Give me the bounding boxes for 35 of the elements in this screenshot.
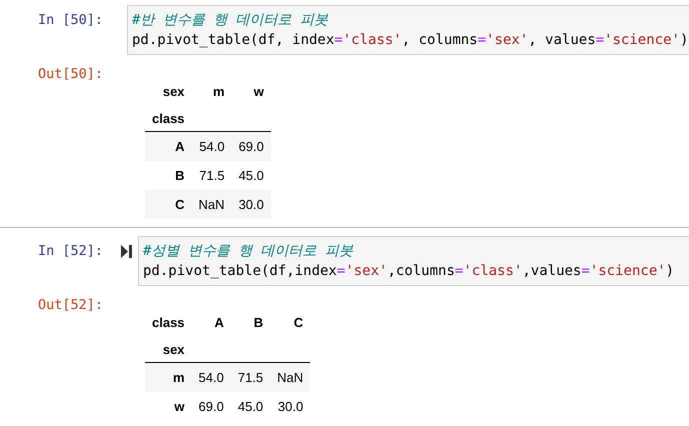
- input-prompt: In [52]:: [37, 242, 100, 259]
- row-index: m: [145, 362, 192, 392]
- row-index: w: [145, 392, 192, 421]
- run-icon[interactable]: [121, 245, 132, 258]
- column-header: w: [252, 83, 265, 101]
- table-cell: 30.0: [232, 190, 271, 219]
- table-cell: 71.5: [230, 362, 270, 392]
- table-cell: 54.0: [192, 132, 232, 161]
- column-header: A: [213, 314, 225, 332]
- table-cell: 71.5: [192, 161, 232, 190]
- output-prompt: Out[50]:: [37, 65, 104, 82]
- columns-name: sex: [162, 83, 186, 101]
- code-editor[interactable]: #성별 변수를 행 데이터로 피봇 pd.pivot_table(df,index='sex',columns='class',values='science'): [138, 236, 689, 286]
- input-prompt: In [50]:: [37, 11, 100, 28]
- table-cell: 69.0: [232, 132, 271, 161]
- table-cell: 45.0: [230, 392, 270, 421]
- row-index: A: [145, 132, 192, 161]
- table-cell: 30.0: [270, 392, 310, 421]
- table-cell: 54.0: [192, 362, 231, 392]
- row-index: C: [145, 190, 192, 219]
- code-comment: #반 변수를 행 데이터로 피봇: [132, 11, 330, 30]
- output-prompt: Out[52]:: [37, 296, 104, 313]
- code-line: pd.pivot_table(df, index='class', columns='sex', values='science'): [132, 31, 688, 50]
- code-editor[interactable]: #반 변수를 행 데이터로 피봇 pd.pivot_table(df, index='class', columns='sex', values='science'): [127, 5, 689, 55]
- row-index: B: [145, 161, 192, 190]
- table-cell: NaN: [192, 190, 232, 219]
- code-line: pd.pivot_table(df,index='sex',columns='class',values='science'): [143, 262, 676, 281]
- columns-name: class: [151, 314, 186, 332]
- table-cell: 69.0: [192, 392, 231, 421]
- column-header: B: [252, 314, 264, 332]
- code-comment: #성별 변수를 행 데이터로 피봇: [143, 242, 354, 261]
- column-header: C: [292, 314, 304, 332]
- column-header: m: [212, 83, 226, 101]
- table-cell: 45.0: [232, 161, 271, 190]
- table-cell: NaN: [270, 362, 310, 392]
